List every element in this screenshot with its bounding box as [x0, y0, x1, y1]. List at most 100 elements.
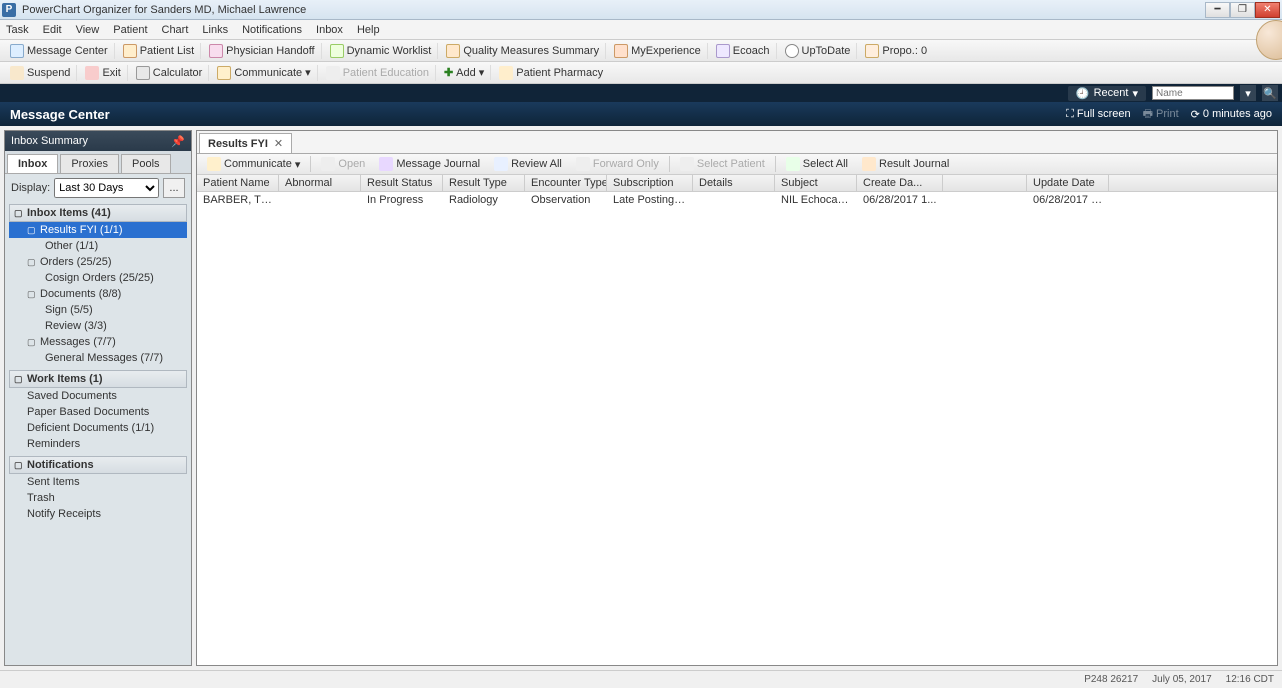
- menu-help[interactable]: Help: [357, 24, 380, 36]
- tree-review[interactable]: Review (3/3): [9, 318, 187, 334]
- tree-general-messages[interactable]: General Messages (7/7): [9, 350, 187, 366]
- tree-reminders[interactable]: Reminders: [9, 436, 187, 452]
- suspend-icon: [10, 66, 24, 80]
- tree-cosign-orders[interactable]: Cosign Orders (25/25): [9, 270, 187, 286]
- message-center-title: Message Center: [10, 107, 110, 122]
- close-button[interactable]: ✕: [1255, 2, 1280, 18]
- myexperience-button[interactable]: MyExperience: [608, 43, 708, 59]
- display-range-select[interactable]: Last 30 Days: [54, 178, 159, 198]
- cell-subscription: Late Posting L...: [607, 192, 693, 208]
- menu-notifications[interactable]: Notifications: [242, 24, 302, 36]
- col-subscription[interactable]: Subscription: [607, 175, 693, 191]
- calculator-icon: [136, 66, 150, 80]
- menu-task[interactable]: Task: [6, 24, 29, 36]
- tree-results-fyi[interactable]: ▢Results FYI (1/1): [9, 222, 187, 238]
- print-button[interactable]: 🖶Print: [1143, 105, 1179, 124]
- content-message-journal-button[interactable]: Message Journal: [373, 156, 486, 172]
- display-more-button[interactable]: ...: [163, 178, 185, 198]
- fullscreen-icon: ⛶: [1066, 108, 1074, 121]
- tree-notifications[interactable]: ▢Notifications: [9, 456, 187, 474]
- col-result-status[interactable]: Result Status: [361, 175, 443, 191]
- display-filter-row: Display: Last 30 Days ...: [5, 174, 191, 202]
- tab-results-fyi[interactable]: Results FYI ✕: [199, 133, 292, 153]
- tree-other[interactable]: Other (1/1): [9, 238, 187, 254]
- col-encounter-type[interactable]: Encounter Type: [525, 175, 607, 191]
- content-open-button[interactable]: Open: [315, 156, 371, 172]
- cell-create-date: 06/28/2017 1...: [857, 192, 943, 208]
- ecoach-icon: [716, 44, 730, 58]
- add-button[interactable]: ✚Add ▾: [438, 65, 491, 80]
- plus-icon: ✚: [444, 66, 453, 79]
- patient-pharmacy-button[interactable]: Patient Pharmacy: [493, 65, 609, 81]
- content-select-patient-button[interactable]: Select Patient: [674, 156, 771, 172]
- recent-button[interactable]: 🕘 Recent ▾: [1068, 86, 1146, 101]
- status-code: P248 26217: [1084, 674, 1138, 685]
- propo-button[interactable]: Propo.: 0: [859, 43, 933, 59]
- refresh-status[interactable]: ⟳0 minutes ago: [1191, 108, 1272, 121]
- ecoach-button[interactable]: Ecoach: [710, 43, 777, 59]
- menu-view[interactable]: View: [76, 24, 100, 36]
- sidebar-header: Inbox Summary 📌: [5, 131, 191, 151]
- quality-measures-button[interactable]: Quality Measures Summary: [440, 43, 606, 59]
- col-details[interactable]: Details: [693, 175, 775, 191]
- tree-paper-based[interactable]: Paper Based Documents: [9, 404, 187, 420]
- pin-icon[interactable]: 📌: [171, 135, 185, 148]
- tree-saved-documents[interactable]: Saved Documents: [9, 388, 187, 404]
- dynamic-worklist-button[interactable]: Dynamic Worklist: [324, 43, 439, 59]
- message-center-body: Inbox Summary 📌 Inbox Proxies Pools Disp…: [0, 126, 1282, 670]
- menu-chart[interactable]: Chart: [162, 24, 189, 36]
- suspend-button[interactable]: Suspend: [4, 65, 77, 81]
- menu-edit[interactable]: Edit: [43, 24, 62, 36]
- communicate-button[interactable]: Communicate ▾: [211, 65, 317, 81]
- patient-search-input[interactable]: [1152, 86, 1234, 100]
- tree-deficient-documents[interactable]: Deficient Documents (1/1): [9, 420, 187, 436]
- tree-inbox-items[interactable]: ▢Inbox Items (41): [9, 204, 187, 222]
- message-center-button[interactable]: Message Center: [4, 43, 115, 59]
- select-all-icon: [786, 157, 800, 171]
- menu-inbox[interactable]: Inbox: [316, 24, 343, 36]
- uptodate-button[interactable]: UpToDate: [779, 43, 858, 59]
- content-review-all-button[interactable]: Review All: [488, 156, 568, 172]
- col-update-date[interactable]: Update Date: [1027, 175, 1109, 191]
- restore-button[interactable]: ❐: [1230, 2, 1255, 18]
- search-dropdown-button[interactable]: ▾: [1240, 85, 1256, 101]
- tree-documents[interactable]: ▢Documents (8/8): [9, 286, 187, 302]
- tab-proxies[interactable]: Proxies: [60, 154, 119, 173]
- content-pane: Results FYI ✕ Communicate ▾ Open Message…: [196, 130, 1278, 666]
- tab-pools[interactable]: Pools: [121, 154, 171, 173]
- fullscreen-button[interactable]: ⛶Full screen: [1066, 108, 1131, 121]
- pharmacy-icon: [499, 66, 513, 80]
- col-create-date[interactable]: Create Da...: [857, 175, 943, 191]
- col-subject[interactable]: Subject: [775, 175, 857, 191]
- tree-messages[interactable]: ▢Messages (7/7): [9, 334, 187, 350]
- grid-body: BARBER, TEST In Progress Radiology Obser…: [197, 192, 1277, 665]
- patient-education-button[interactable]: Patient Education: [320, 65, 436, 81]
- tree-work-items[interactable]: ▢Work Items (1): [9, 370, 187, 388]
- menu-links[interactable]: Links: [202, 24, 228, 36]
- content-forward-only-button[interactable]: Forward Only: [570, 156, 665, 172]
- col-abnormal[interactable]: Abnormal: [279, 175, 361, 191]
- col-patient-name[interactable]: Patient Name: [197, 175, 279, 191]
- menu-patient[interactable]: Patient: [113, 24, 147, 36]
- exit-button[interactable]: Exit: [79, 65, 127, 81]
- tree-sent-items[interactable]: Sent Items: [9, 474, 187, 490]
- content-select-all-button[interactable]: Select All: [780, 156, 854, 172]
- minimize-button[interactable]: ━: [1205, 2, 1230, 18]
- tree-sign[interactable]: Sign (5/5): [9, 302, 187, 318]
- content-communicate-button[interactable]: Communicate ▾: [201, 156, 306, 172]
- cell-encounter-type: Observation: [525, 192, 607, 208]
- close-tab-button[interactable]: ✕: [274, 137, 283, 150]
- tab-inbox[interactable]: Inbox: [7, 154, 58, 173]
- tree-trash[interactable]: Trash: [9, 490, 187, 506]
- tree-notify-receipts[interactable]: Notify Receipts: [9, 506, 187, 522]
- content-result-journal-button[interactable]: Result Journal: [856, 156, 955, 172]
- handoff-icon: [209, 44, 223, 58]
- physician-handoff-button[interactable]: Physician Handoff: [203, 43, 321, 59]
- search-button[interactable]: 🔍: [1262, 85, 1278, 101]
- col-result-type[interactable]: Result Type: [443, 175, 525, 191]
- tree-orders[interactable]: ▢Orders (25/25): [9, 254, 187, 270]
- col-blank[interactable]: [943, 175, 1027, 191]
- calculator-button[interactable]: Calculator: [130, 65, 210, 81]
- table-row[interactable]: BARBER, TEST In Progress Radiology Obser…: [197, 192, 1277, 209]
- patient-list-button[interactable]: Patient List: [117, 43, 201, 59]
